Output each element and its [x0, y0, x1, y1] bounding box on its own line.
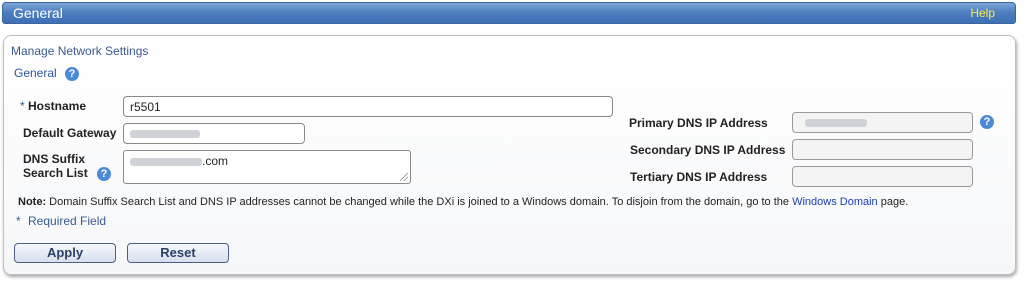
required-field-legend: * Required Field: [16, 214, 106, 228]
windows-domain-link[interactable]: Windows Domain: [792, 196, 878, 208]
resize-handle-icon[interactable]: [400, 173, 408, 181]
question-icon[interactable]: ?: [980, 115, 994, 129]
note-suffix: page.: [877, 196, 909, 208]
secondary-dns-input[interactable]: [792, 139, 973, 160]
hostname-input[interactable]: [123, 96, 613, 117]
note-text: Note: Domain Suffix Search List and DNS …: [18, 196, 908, 208]
breadcrumb: Manage Network Settings: [11, 44, 149, 58]
dns-suffix-label-line2-row: Search List ?: [23, 166, 112, 181]
note-body: Domain Suffix Search List and DNS IP add…: [46, 196, 793, 208]
dns-suffix-value: .com: [202, 154, 229, 168]
primary-dns-label: Primary DNS IP Address: [629, 116, 768, 130]
apply-button[interactable]: Apply: [14, 243, 116, 263]
required-mark: *: [20, 99, 25, 113]
tertiary-dns-label: Tertiary DNS IP Address: [630, 170, 768, 184]
hostname-label: * Hostname: [20, 99, 86, 113]
help-link[interactable]: Help: [970, 6, 995, 20]
dns-suffix-label-line1: DNS Suffix: [23, 152, 86, 166]
dns-suffix-label-line2: Search List: [23, 166, 88, 180]
dns-suffix-label: DNS Suffix Search List ?: [23, 152, 112, 181]
reset-button[interactable]: Reset: [127, 243, 229, 263]
section-header: General ?: [14, 66, 80, 81]
required-field-label: Required Field: [28, 214, 107, 228]
redacted-value: [130, 157, 202, 166]
question-icon[interactable]: ?: [97, 167, 112, 181]
page-title: General: [13, 5, 63, 21]
primary-dns-input[interactable]: [792, 112, 973, 133]
redacted-value: [130, 129, 200, 138]
dns-suffix-textarea[interactable]: .com: [123, 150, 411, 184]
default-gateway-label: Default Gateway: [23, 126, 117, 140]
section-title: General: [14, 66, 57, 80]
note-prefix: Note:: [18, 196, 47, 208]
tertiary-dns-input[interactable]: [792, 166, 973, 187]
required-mark: *: [16, 214, 21, 228]
secondary-dns-label: Secondary DNS IP Address: [630, 143, 786, 157]
redacted-value: [805, 118, 867, 127]
title-bar: General Help: [2, 2, 1016, 24]
hostname-label-text: Hostname: [28, 99, 87, 113]
default-gateway-input[interactable]: [123, 123, 305, 144]
question-icon[interactable]: ?: [65, 67, 80, 81]
